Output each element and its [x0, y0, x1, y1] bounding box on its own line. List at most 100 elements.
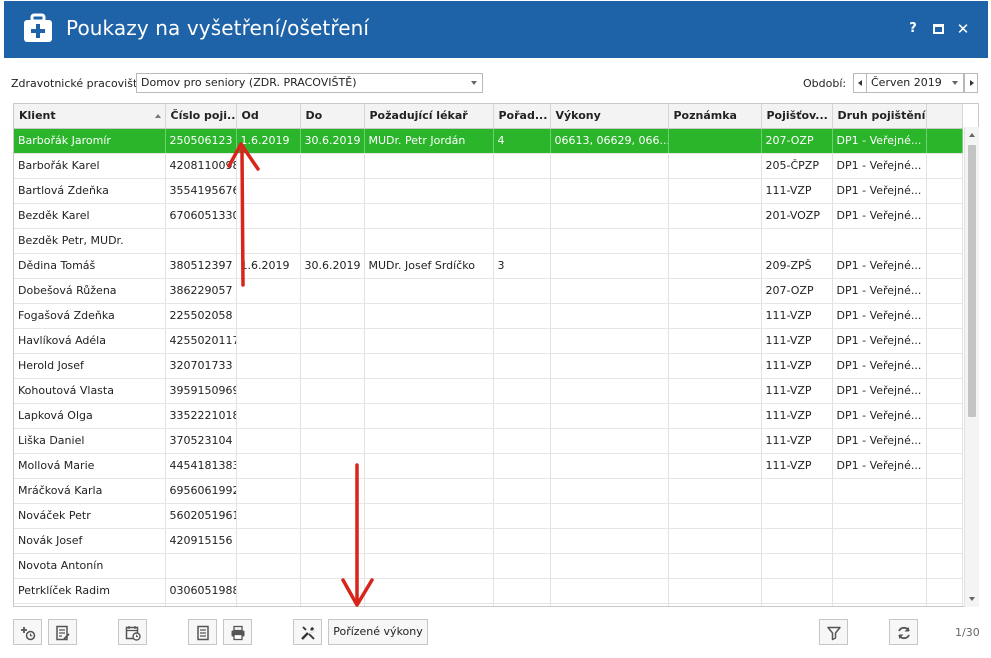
cell-insurance-number[interactable]: 5602051961 [165, 503, 237, 529]
column-header-order[interactable]: Pořad... [493, 104, 551, 129]
cell-insurer[interactable]: 111-VZP [761, 178, 833, 204]
scroll-up-icon[interactable] [969, 133, 975, 137]
cell-note[interactable] [668, 403, 762, 429]
cell-order[interactable] [493, 153, 551, 179]
table-row[interactable]: Barbořák Jaromír 250506123 1.6.2019 30.6.20… [14, 128, 963, 154]
cell-requesting-doctor[interactable] [364, 428, 494, 454]
cell-procedures[interactable] [550, 528, 669, 554]
cell-requesting-doctor[interactable] [364, 478, 494, 504]
cell-order[interactable] [493, 303, 551, 329]
cell-order[interactable] [493, 353, 551, 379]
table-row[interactable]: Dědina Tomáš 380512397 1.6.2019 30.6.2019 MU… [14, 253, 963, 279]
cell-requesting-doctor[interactable]: MUDr. Petr Jordán [364, 128, 494, 154]
cell-to[interactable] [300, 278, 365, 304]
cell-order[interactable] [493, 403, 551, 429]
period-select[interactable]: Červen 2019 [867, 73, 964, 93]
cell-insurance-number[interactable] [165, 228, 237, 254]
cell-note[interactable] [668, 428, 762, 454]
cell-to[interactable] [300, 353, 365, 379]
cell-insurance-type[interactable] [832, 553, 927, 579]
cell-to[interactable] [300, 153, 365, 179]
cell-from[interactable] [236, 203, 301, 229]
cell-note[interactable] [668, 528, 762, 554]
cell-to[interactable] [300, 453, 365, 479]
cell-requesting-doctor[interactable] [364, 178, 494, 204]
table-row[interactable]: Nováček Petr 5602051961 [14, 503, 963, 529]
cell-procedures[interactable] [550, 503, 669, 529]
period-prev-button[interactable] [853, 73, 867, 93]
cell-client[interactable]: Dědina Tomáš [14, 253, 166, 279]
cell-to[interactable] [300, 528, 365, 554]
scroll-down-icon[interactable] [969, 597, 975, 601]
cell-note[interactable] [668, 553, 762, 579]
cell-insurer[interactable] [761, 528, 833, 554]
column-header-insurance-number[interactable]: Číslo poji... [165, 104, 237, 129]
cell-from[interactable] [236, 378, 301, 404]
cell-insurer[interactable] [761, 603, 833, 606]
cell-insurance-type[interactable] [832, 478, 927, 504]
cell-to[interactable] [300, 203, 365, 229]
cell-note[interactable] [668, 503, 762, 529]
cell-to[interactable] [300, 578, 365, 604]
cell-procedures[interactable] [550, 278, 669, 304]
cell-procedures[interactable] [550, 478, 669, 504]
column-header-insurance-type[interactable]: Druh pojištění [832, 104, 927, 129]
cell-order[interactable]: 4 [493, 128, 551, 154]
cell-to[interactable] [300, 478, 365, 504]
maximize-button[interactable] [928, 19, 948, 39]
cell-insurer[interactable]: 111-VZP [761, 453, 833, 479]
cell-from[interactable] [236, 503, 301, 529]
cell-insurance-type[interactable]: DP1 - Veřejné... [832, 253, 927, 279]
cell-procedures[interactable] [550, 603, 669, 606]
cell-client[interactable]: Dobešová Růžena [14, 278, 166, 304]
cell-insurance-type[interactable]: DP1 - Veřejné... [832, 278, 927, 304]
cell-requesting-doctor[interactable] [364, 278, 494, 304]
cell-insurance-number[interactable]: 6706051330 [165, 203, 237, 229]
cell-order[interactable] [493, 278, 551, 304]
cell-note[interactable] [668, 303, 762, 329]
cell-requesting-doctor[interactable] [364, 303, 494, 329]
cell-requesting-doctor[interactable] [364, 503, 494, 529]
cell-insurer[interactable] [761, 553, 833, 579]
cell-insurance-type[interactable] [832, 603, 927, 606]
column-header-procedures[interactable]: Výkony [550, 104, 669, 129]
cell-requesting-doctor[interactable] [364, 228, 494, 254]
cell-requesting-doctor[interactable] [364, 378, 494, 404]
cell-procedures[interactable]: 06613, 06629, 066... [550, 128, 669, 154]
cell-client[interactable]: Lapková Olga [14, 403, 166, 429]
cell-client[interactable]: Bezděk Petr, MUDr. [14, 228, 166, 254]
referrals-grid[interactable]: Klient Číslo poji... Od Do Požadující lé… [13, 103, 979, 607]
cell-order[interactable]: 3 [493, 253, 551, 279]
cell-insurance-number[interactable]: 370523104 [165, 428, 237, 454]
cell-insurance-number[interactable]: 225502058 [165, 303, 237, 329]
cell-procedures[interactable] [550, 378, 669, 404]
acquired-procedures-button[interactable]: Pořízené výkony [328, 619, 428, 645]
cell-note[interactable] [668, 353, 762, 379]
cell-to[interactable]: 30.6.2019 [300, 253, 365, 279]
cell-order[interactable] [493, 528, 551, 554]
cell-from[interactable] [236, 353, 301, 379]
cell-from[interactable] [236, 303, 301, 329]
cell-from[interactable] [236, 153, 301, 179]
cell-order[interactable] [493, 578, 551, 604]
cell-from[interactable] [236, 403, 301, 429]
cell-requesting-doctor[interactable] [364, 528, 494, 554]
cell-client[interactable]: Barbořák Karel [14, 153, 166, 179]
cell-note[interactable] [668, 203, 762, 229]
cell-note[interactable] [668, 228, 762, 254]
table-row[interactable]: Liška Daniel 370523104 111-VZP DP1 - Veřejn… [14, 428, 963, 454]
cell-insurer[interactable] [761, 503, 833, 529]
cell-client[interactable]: Novota Antonín [14, 553, 166, 579]
cell-insurance-number[interactable]: 3352221018 [165, 403, 237, 429]
cell-requesting-doctor[interactable]: MUDr. Josef Srdíčko [364, 253, 494, 279]
cell-insurance-type[interactable]: DP1 - Veřejné... [832, 378, 927, 404]
table-row[interactable]: Barbořák Karel 4208110098 205-ČPZP DP1 - Ve… [14, 153, 963, 179]
cell-insurance-type[interactable]: DP1 - Veřejné... [832, 403, 927, 429]
cell-insurance-number[interactable]: 380512397 [165, 253, 237, 279]
cell-requesting-doctor[interactable] [364, 553, 494, 579]
cell-insurance-type[interactable] [832, 528, 927, 554]
cell-client[interactable] [14, 603, 166, 606]
cell-insurance-number[interactable] [165, 553, 237, 579]
cell-from[interactable] [236, 328, 301, 354]
table-row[interactable]: Bezděk Karel 6706051330 201-VOZP DP1 - Veře… [14, 203, 963, 229]
